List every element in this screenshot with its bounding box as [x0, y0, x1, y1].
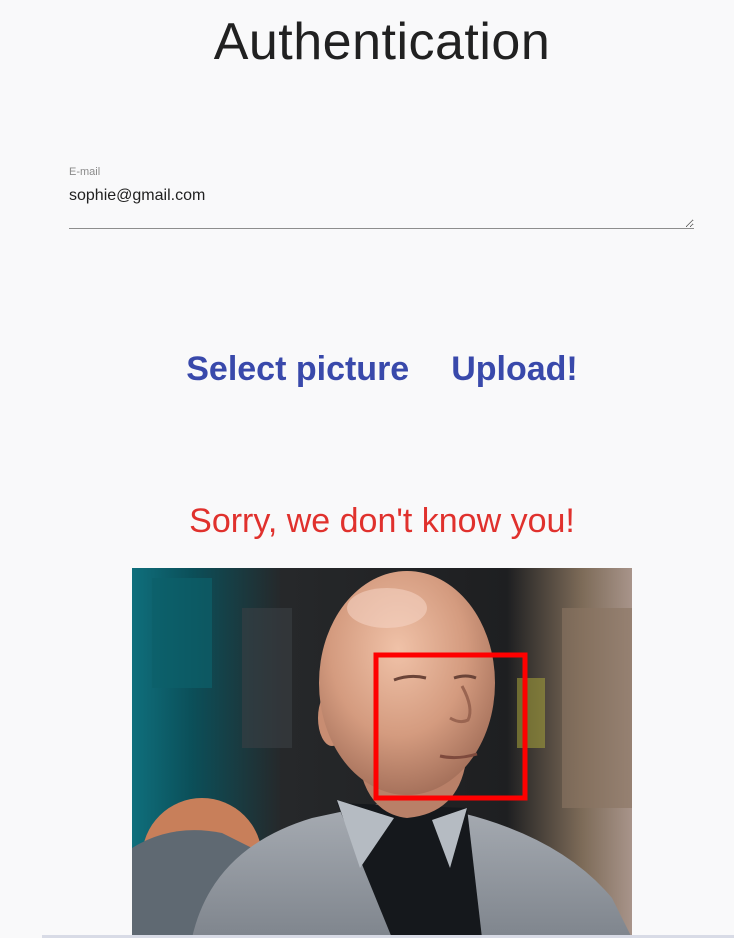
recognition-result-message: Sorry, we don't know you!: [189, 502, 575, 540]
email-field[interactable]: [69, 185, 694, 229]
email-field-group: E-mail: [69, 166, 694, 230]
uploaded-photo-image: [132, 568, 632, 938]
authentication-page: Authentication E-mail Select picture Upl…: [0, 0, 734, 938]
select-picture-button[interactable]: Select picture: [186, 350, 409, 389]
email-label: E-mail: [69, 166, 101, 178]
page-title: Authentication: [213, 13, 551, 71]
upload-actions: Select picture Upload!: [0, 350, 734, 389]
upload-button[interactable]: Upload!: [451, 350, 578, 389]
uploaded-photo: [132, 568, 632, 938]
